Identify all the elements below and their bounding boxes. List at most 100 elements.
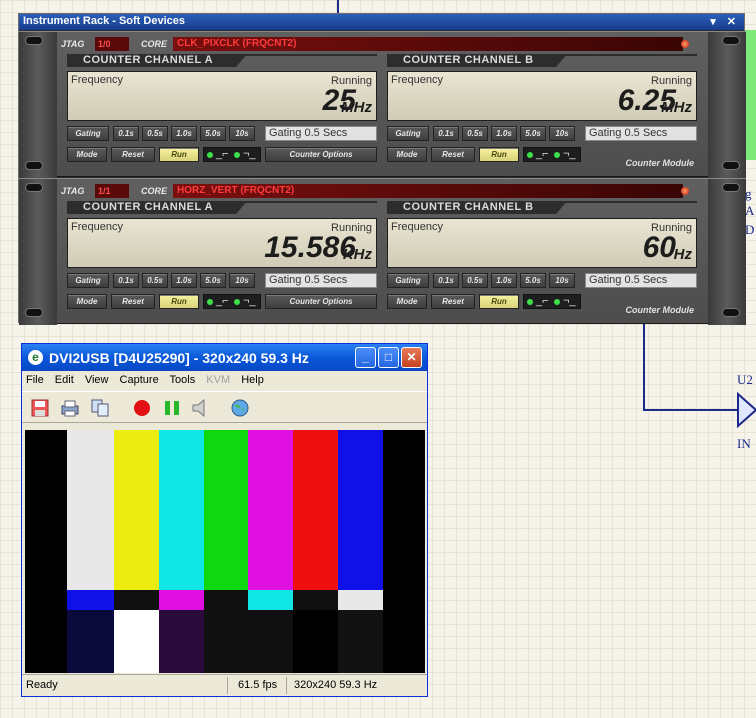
run-button[interactable]: Run (159, 294, 199, 309)
frequency-value: 60 (642, 231, 676, 264)
gating-time-button[interactable]: 5.0s (520, 126, 546, 141)
close-button[interactable]: ✕ (401, 347, 422, 368)
menu-kvm[interactable]: KVM (206, 374, 230, 386)
frequency-display: Frequency Running 25 MHz (67, 71, 377, 121)
gating-button[interactable]: Gating (67, 126, 109, 141)
gating-time-button[interactable]: 10s (229, 273, 255, 288)
edge-select-toggle[interactable]: _⌐ ¬_ (203, 294, 261, 309)
falling-edge-icon: ¬_ (563, 295, 576, 307)
copy-icon[interactable] (90, 398, 110, 418)
edge-select-toggle[interactable]: _⌐ ¬_ (203, 147, 261, 162)
gating-time-button[interactable]: 5.0s (200, 126, 226, 141)
color-bar-bottom (25, 610, 67, 673)
counter-module-label: Counter Module (625, 158, 695, 168)
counter-module-label: Counter Module (625, 305, 695, 315)
menu-help[interactable]: Help (241, 374, 264, 386)
rack-ear-right (708, 179, 746, 325)
color-bar (204, 430, 248, 590)
dvi2usb-titlebar[interactable]: e DVI2USB [D4U25290] - 320x240 59.3 Hz _… (22, 344, 427, 371)
color-bar-mid (383, 590, 425, 610)
record-icon[interactable] (132, 398, 152, 418)
run-button[interactable]: Run (479, 147, 519, 162)
rising-edge-icon: _⌐ (536, 295, 549, 307)
counter-options-button[interactable]: Counter Options (265, 147, 377, 162)
globe-icon[interactable] (230, 398, 250, 418)
frequency-label: Frequency (391, 221, 443, 233)
jtag-label: JTAG (61, 39, 85, 49)
gating-time-button[interactable]: 0.5s (462, 126, 488, 141)
gating-display: Gating 0.5 Secs (265, 126, 377, 141)
menu-file[interactable]: File (26, 374, 44, 386)
frequency-label: Frequency (391, 74, 443, 86)
schematic-wire-top (337, 0, 339, 14)
gating-display: Gating 0.5 Secs (265, 273, 377, 288)
gating-time-button[interactable]: 0.1s (113, 126, 139, 141)
gating-time-button[interactable]: 0.5s (142, 126, 168, 141)
rack-window-controls[interactable]: ▾ ✕ (710, 15, 740, 28)
toolbar (22, 391, 427, 423)
gating-time-button[interactable]: 5.0s (200, 273, 226, 288)
status-led-icon (681, 40, 689, 48)
edge-select-toggle[interactable]: _⌐ ¬_ (523, 147, 581, 162)
gating-time-button[interactable]: 0.1s (433, 126, 459, 141)
gating-time-button[interactable]: 0.5s (142, 273, 168, 288)
menu-tools[interactable]: Tools (170, 374, 196, 386)
gating-time-button[interactable]: 1.0s (491, 126, 517, 141)
gating-time-button[interactable]: 0.5s (462, 273, 488, 288)
speaker-icon[interactable] (190, 398, 210, 418)
gating-button[interactable]: Gating (387, 126, 429, 141)
gating-time-button[interactable]: 10s (229, 126, 255, 141)
counter-module: JTAG 1/0 CORE CLK_PIXCLK (FRQCNT2) COUNTER C… (19, 31, 746, 178)
gating-time-button[interactable]: 0.1s (433, 273, 459, 288)
reset-button[interactable]: Reset (431, 147, 475, 162)
mode-button[interactable]: Mode (67, 147, 107, 162)
gating-button[interactable]: Gating (67, 273, 109, 288)
jtag-core-bar: JTAG 1/1 CORE HORZ_VERT (FRQCNT2) (61, 184, 701, 198)
gating-time-button[interactable]: 1.0s (171, 273, 197, 288)
frequency-unit: KHz (342, 246, 372, 263)
status-led-icon (681, 187, 689, 195)
rack-ear-right (708, 32, 746, 178)
color-bar-mid (338, 590, 383, 610)
rack-titlebar[interactable]: Instrument Rack - Soft Devices ▾ ✕ (19, 14, 744, 30)
color-bar-bottom (293, 610, 338, 673)
channel-header: COUNTER CHANNEL A (67, 201, 247, 214)
maximize-button[interactable]: □ (378, 347, 399, 368)
mode-button[interactable]: Mode (387, 294, 427, 309)
mode-button[interactable]: Mode (67, 294, 107, 309)
color-bar-mid (204, 590, 248, 610)
pause-icon[interactable] (162, 398, 182, 418)
gating-time-button[interactable]: 10s (549, 126, 575, 141)
gating-time-button[interactable]: 1.0s (171, 126, 197, 141)
menu-edit[interactable]: Edit (55, 374, 74, 386)
counter-options-button[interactable]: Counter Options (265, 294, 377, 309)
gating-time-button[interactable]: 5.0s (520, 273, 546, 288)
rack-ear-left (19, 179, 57, 325)
save-icon[interactable] (30, 398, 50, 418)
print-icon[interactable] (60, 398, 80, 418)
edge-select-toggle[interactable]: _⌐ ¬_ (523, 294, 581, 309)
falling-edge-icon: ¬_ (243, 295, 256, 307)
reset-button[interactable]: Reset (431, 294, 475, 309)
gating-time-button[interactable]: 10s (549, 273, 575, 288)
status-mode: 320x240 59.3 Hz (294, 679, 378, 691)
schematic-part-label: U2 (737, 372, 753, 387)
gating-time-button[interactable]: 0.1s (113, 273, 139, 288)
reset-button[interactable]: Reset (111, 294, 155, 309)
menu-capture[interactable]: Capture (120, 374, 159, 386)
gating-row: Gating 0.1s 0.5s 1.0s 5.0s 10s Gating 0.5 Secs (387, 126, 697, 142)
mode-button[interactable]: Mode (387, 147, 427, 162)
minimize-button[interactable]: _ (355, 347, 376, 368)
rising-edge-icon: _⌐ (536, 148, 549, 160)
frequency-display: Frequency Running 60 Hz (387, 218, 697, 268)
menu-view[interactable]: View (85, 374, 109, 386)
run-button[interactable]: Run (159, 147, 199, 162)
color-bar (293, 430, 338, 590)
schematic-wire-horizontal (643, 409, 738, 411)
falling-edge-icon: ¬_ (563, 148, 576, 160)
gating-time-button[interactable]: 1.0s (491, 273, 517, 288)
gating-button[interactable]: Gating (387, 273, 429, 288)
run-button[interactable]: Run (479, 294, 519, 309)
buffer-symbol-icon (737, 391, 756, 429)
reset-button[interactable]: Reset (111, 147, 155, 162)
